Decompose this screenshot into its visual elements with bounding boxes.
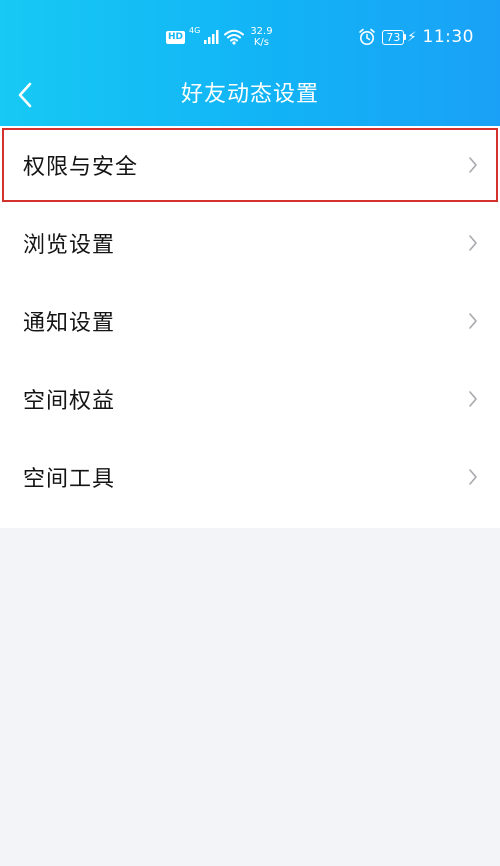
menu-item-label: 浏览设置 xyxy=(23,233,116,258)
wifi-icon xyxy=(224,29,245,45)
battery-tip xyxy=(404,34,407,40)
menu-item-space-benefits[interactable]: 空间权益 xyxy=(0,360,500,438)
menu-item-space-tools[interactable]: 空间工具 xyxy=(0,438,500,516)
alarm-icon xyxy=(359,28,376,45)
status-bar-right: 73 ⚡ 11:30 xyxy=(358,24,474,50)
app-header: HD 4G 32.9 K/s 73 ⚡ 11:30 好友动态设置 xyxy=(0,0,500,126)
menu-item-label: 空间工具 xyxy=(23,467,116,492)
menu-item-browse-settings[interactable]: 浏览设置 xyxy=(0,204,500,282)
hd-badge: HD xyxy=(166,30,186,44)
status-bar: HD 4G 32.9 K/s 73 ⚡ 11:30 xyxy=(0,22,500,52)
status-clock: 11:30 xyxy=(422,27,474,47)
network-speed-value: 32.9 xyxy=(250,26,273,37)
chevron-right-icon xyxy=(469,391,477,407)
chevron-right-icon xyxy=(469,235,477,251)
battery-level: 73 xyxy=(382,29,405,45)
network-type-label: 4G xyxy=(189,26,201,35)
menu-item-label: 通知设置 xyxy=(23,311,116,336)
charging-bolt-icon: ⚡ xyxy=(407,29,417,45)
settings-menu-list: 权限与安全 浏览设置 通知设置 空间权益 空间工具 xyxy=(0,126,500,528)
chevron-right-icon xyxy=(469,157,477,173)
nav-bar: 好友动态设置 xyxy=(0,70,500,120)
chevron-right-icon xyxy=(469,469,477,485)
network-speed-unit: K/s xyxy=(253,37,270,48)
menu-item-notification-settings[interactable]: 通知设置 xyxy=(0,282,500,360)
page-title: 好友动态设置 xyxy=(180,82,319,107)
list-bottom-padding xyxy=(0,516,500,528)
chevron-right-icon xyxy=(469,313,477,329)
menu-item-label: 空间权益 xyxy=(23,389,116,414)
menu-item-permissions-security[interactable]: 权限与安全 xyxy=(0,126,500,204)
cell-signal-icon xyxy=(204,30,219,44)
network-speed: 32.9 K/s xyxy=(250,26,272,48)
menu-item-label: 权限与安全 xyxy=(23,155,139,180)
status-bar-left: HD 4G 32.9 K/s xyxy=(166,24,273,50)
battery-indicator: 73 ⚡ xyxy=(382,29,417,45)
